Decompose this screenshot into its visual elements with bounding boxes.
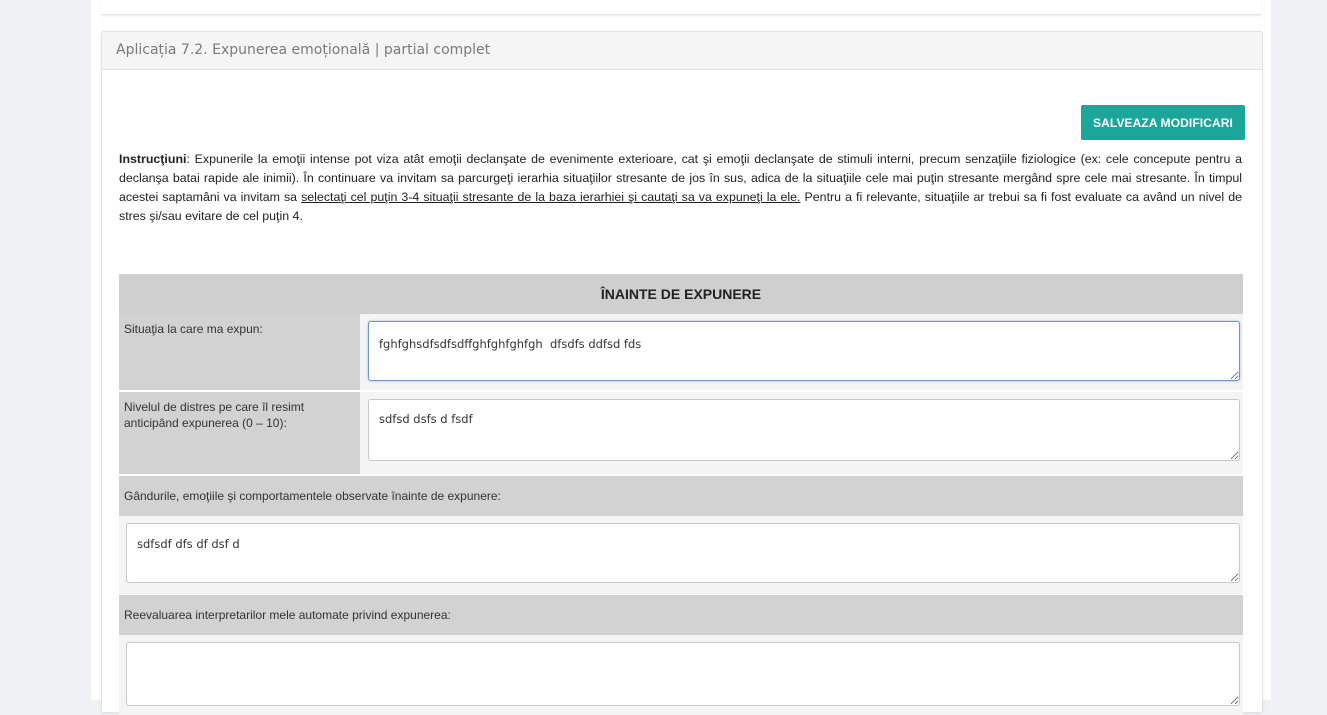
exposure-panel: Aplicația 7.2. Expunerea emoțională | pa…: [101, 31, 1263, 715]
save-button[interactable]: SALVEAZA MODIFICARI: [1081, 105, 1245, 140]
instructions-underlined: selectaţi cel puţin 3-4 situaţii stresan…: [301, 190, 801, 204]
situation-textarea[interactable]: fghfghsdfsdfsdffghfghfghfgh dfsdfs ddfsd…: [368, 321, 1240, 381]
reevaluation-field-wrap: [119, 635, 1243, 715]
reevaluation-textarea[interactable]: [126, 642, 1240, 706]
situation-field-wrap: fghfghsdfsdfsdffghfghfghfgh dfsdfs ddfsd…: [368, 321, 1240, 386]
thoughts-field-wrap: sdfsdf dfs df dsf d: [119, 516, 1243, 594]
instructions-bold-prefix: Instrucţiuni: [119, 152, 187, 166]
instructions-text: Instrucţiuni: Expunerile la emoţii inten…: [119, 150, 1242, 226]
distress-textarea[interactable]: sdfsd dsfs d fsdf: [368, 399, 1240, 461]
previous-panel: [101, 0, 1261, 15]
situation-label: Situaţia la care ma expun:: [119, 314, 360, 390]
section-header-before-exposure: ÎNAINTE DE EXPUNERE: [119, 274, 1243, 314]
thoughts-textarea[interactable]: sdfsdf dfs df dsf d: [126, 523, 1240, 583]
distress-label: Nivelul de distres pe care îl resimt ant…: [119, 392, 360, 474]
thoughts-label: Gândurile, emoţiile şi comportamentele o…: [119, 476, 1243, 516]
situation-row: Situaţia la care ma expun: fghfghsdfsdfs…: [119, 314, 1243, 390]
distress-row: Nivelul de distres pe care îl resimt ant…: [119, 392, 1243, 474]
panel-title: Aplicația 7.2. Expunerea emoțională | pa…: [102, 32, 1262, 70]
reevaluation-label: Reevaluarea interpretarilor mele automat…: [119, 595, 1243, 635]
distress-field-wrap: sdfsd dsfs d fsdf: [368, 399, 1240, 466]
